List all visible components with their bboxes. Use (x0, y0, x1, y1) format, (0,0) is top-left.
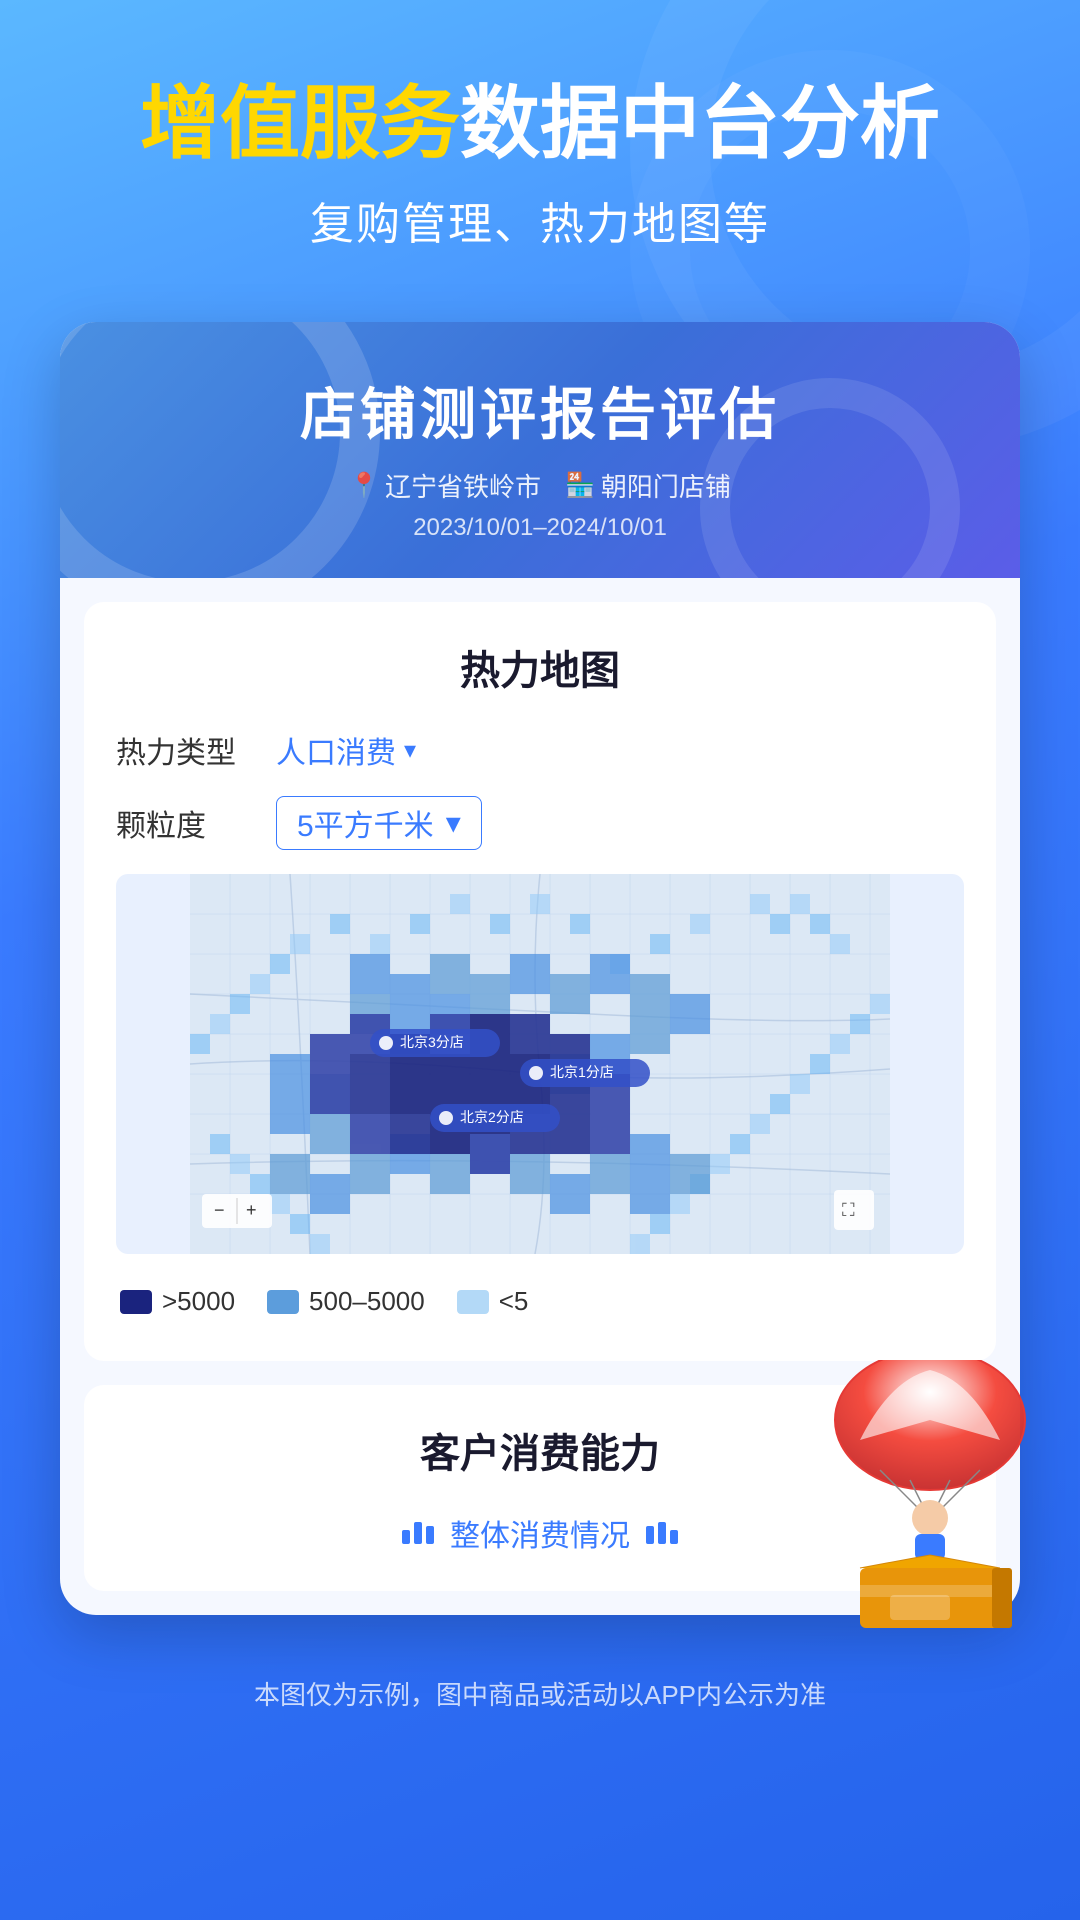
filter-granularity-dropdown[interactable]: 5平方千米 ▾ (276, 796, 482, 850)
legend-mid: 500–5000 (267, 1286, 425, 1317)
legend-color-low (457, 1290, 489, 1314)
legend-label-mid: 500–5000 (309, 1286, 425, 1317)
heatmap-legend: >5000 500–5000 <5 (116, 1278, 964, 1325)
location-icon: 📍 (349, 471, 379, 500)
customer-section: 客户消费能力 整体消费情况 (84, 1385, 996, 1591)
store-text: 朝阳门店铺 (601, 467, 731, 504)
legend-label-high: >5000 (162, 1286, 235, 1317)
heatmap-title: 热力地图 (116, 638, 964, 696)
date-range: 2023/10/01–2024/10/01 (100, 514, 980, 542)
heatmap-svg: 北京3分店 北京1分店 北京2分店 − (116, 874, 964, 1254)
svg-text:+: + (246, 1200, 257, 1220)
filter-granularity-label: 颗粒度 (116, 801, 256, 845)
hero-title: 增值服务数据中台分析 (60, 80, 1020, 168)
bar-chart-icon-right (646, 1522, 678, 1544)
filter-type-dropdown[interactable]: 人口消费 ▾ (276, 728, 416, 772)
hero-title-white: 数据中台分析 (460, 79, 940, 168)
header-meta: 📍 辽宁省铁岭市 🏪 朝阳门店铺 (100, 467, 980, 504)
filter-granularity-row: 颗粒度 5平方千米 ▾ (116, 796, 964, 850)
svg-text:⛶: ⛶ (842, 1200, 855, 1220)
legend-low: <5 (457, 1286, 529, 1317)
store-label: 🏪 朝阳门店铺 (565, 467, 731, 504)
filter-type-value: 人口消费 (276, 728, 396, 772)
filter-type-label: 热力类型 (116, 728, 256, 772)
overall-label-text: 整体消费情况 (450, 1511, 630, 1555)
location-text: 辽宁省铁岭市 (385, 467, 541, 504)
hero-title-yellow: 增值服务 (140, 79, 460, 168)
legend-label-low: <5 (499, 1286, 529, 1317)
footer-disclaimer: 本图仅为示例，图中商品或活动以APP内公示为准 (254, 1680, 826, 1710)
card-header: 店铺测评报告评估 📍 辽宁省铁岭市 🏪 朝阳门店铺 2023/10/01–202… (60, 322, 1020, 578)
svg-text:北京3分店: 北京3分店 (400, 1034, 464, 1050)
customer-section-title: 客户消费能力 (116, 1421, 964, 1479)
bar-chart-icon-left (402, 1522, 434, 1544)
heatmap-section: 热力地图 热力类型 人口消费 ▾ 颗粒度 5平方千米 ▾ (84, 602, 996, 1361)
overall-consumption-label: 整体消费情况 (116, 1511, 964, 1555)
chevron-down-icon: ▾ (404, 736, 416, 765)
legend-color-high (120, 1290, 152, 1314)
store-icon: 🏪 (565, 471, 595, 500)
legend-color-mid (267, 1290, 299, 1314)
report-title: 店铺测评报告评估 (100, 370, 980, 451)
svg-text:−: − (214, 1200, 225, 1220)
legend-high: >5000 (120, 1286, 235, 1317)
hero-section: 增值服务数据中台分析 复购管理、热力地图等 (0, 0, 1080, 302)
chevron-down-icon-2: ▾ (446, 806, 461, 841)
svg-text:北京2分店: 北京2分店 (460, 1109, 524, 1125)
filter-granularity-value: 5平方千米 (297, 801, 434, 845)
filter-type-row: 热力类型 人口消费 ▾ (116, 728, 964, 772)
heatmap-container[interactable]: 北京3分店 北京1分店 北京2分店 − (116, 874, 964, 1254)
hero-subtitle: 复购管理、热力地图等 (60, 188, 1020, 252)
footer: 本图仅为示例，图中商品或活动以APP内公示为准 (0, 1655, 1080, 1752)
main-card: 店铺测评报告评估 📍 辽宁省铁岭市 🏪 朝阳门店铺 2023/10/01–202… (60, 322, 1020, 1615)
location-label: 📍 辽宁省铁岭市 (349, 467, 541, 504)
svg-text:北京1分店: 北京1分店 (550, 1064, 614, 1080)
